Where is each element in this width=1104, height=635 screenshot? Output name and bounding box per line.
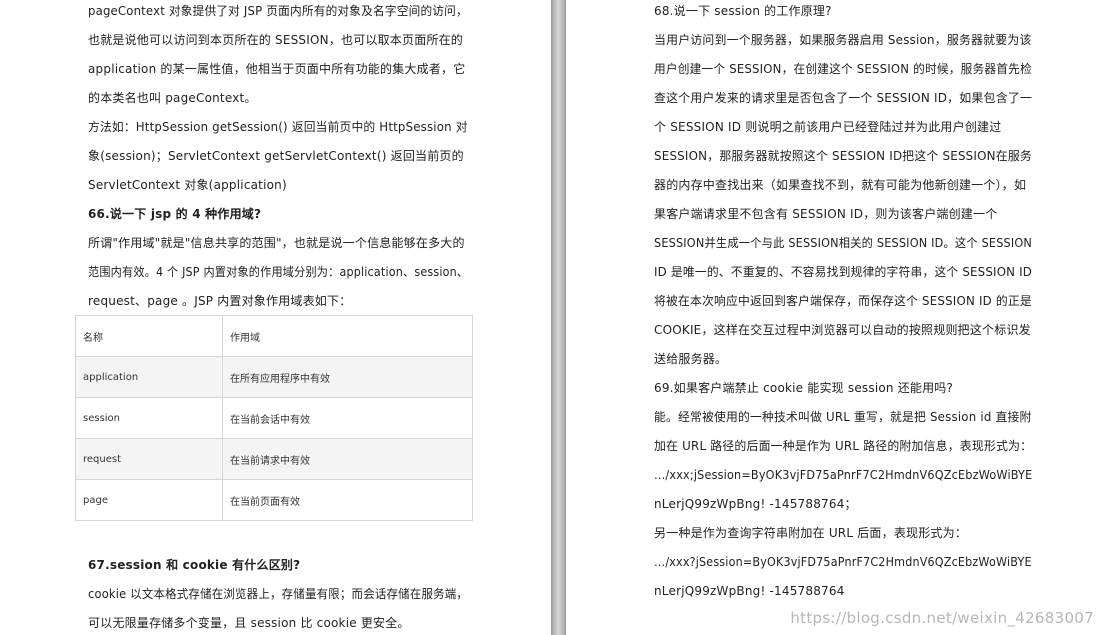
text-line: nLerjQ99zWpBng! -145788764 (654, 584, 845, 598)
table-cell: 在当前会话中有效 (222, 397, 473, 439)
text-line: 方法如：HttpSession getSession() 返回当前页中的 Htt… (88, 120, 468, 134)
text-line: 象(session)；ServletContext getServletCont… (88, 149, 464, 163)
text-line: 当用户访问到一个服务器，如果服务器启用 Session，服务器就要为该 (654, 33, 1032, 47)
table-row: session 在当前会话中有效 (75, 397, 473, 439)
text-line: 个 SESSION ID 则说明之前该用户已经登陆过并为此用户创建过 (654, 120, 1002, 134)
table-cell: request (75, 438, 223, 480)
text-line: SESSION并生成一个与此 SESSION相关的 SESSION ID。这个 … (654, 236, 1033, 250)
text-line: ID 是唯一的、不重复的、不容易找到规律的字符串，这个 SESSION ID (654, 265, 1033, 279)
text-line: 范围内有效。4 个 JSP 内置对象的作用域分别为：application、se… (88, 265, 469, 279)
text-line: 的本类名也叫 pageContext。 (88, 91, 257, 105)
table-header-cell: 名称 (75, 315, 223, 357)
right-page: 68.说一下 session 的工作原理? 当用户访问到一个服务器，如果服务器启… (566, 0, 1104, 635)
table-cell: session (75, 397, 223, 439)
text-line: nLerjQ99zWpBng! -145788764； (654, 497, 857, 511)
scope-table: 名称 作用域 application 在所有应用程序中有效 session 在当… (75, 315, 473, 521)
text-line: …/xxx?jSession=ByOK3vjFD75aPnrF7C2HmdnV6… (654, 555, 1032, 569)
table-row: application 在所有应用程序中有效 (75, 356, 473, 398)
table-cell: 在所有应用程序中有效 (222, 356, 473, 398)
text-line: 所谓"作用域"就是"信息共享的范围"，也就是说一个信息能够在多大的 (88, 236, 465, 250)
text-line: 将被在本次响应中返回到客户端保存，而保存这个 SESSION ID 的正是 (654, 294, 1032, 308)
page-gap-divider (551, 0, 566, 635)
text-line: application 的某一属性值，他相当于页面中所有功能的集大成者，它 (88, 62, 466, 76)
text-line: 可以无限量存储多个变量，且 session 比 cookie 更安全。 (88, 616, 410, 630)
text-line: 加在 URL 路径的后面一种是作为 URL 路径的附加信息，表现形式为： (654, 439, 1033, 453)
text-line: 另一种是作为查询字符串附加在 URL 后面，表现形式为： (654, 526, 968, 540)
text-line: cookie 以文本格式存储在浏览器上，存储量有限；而会话存储在服务端， (88, 587, 469, 601)
text-line: 果客户端请求里不包含有 SESSION ID，则为该客户端创建一个 (654, 207, 998, 221)
text-line: 用户创建一个 SESSION，在创建这个 SESSION 的时候，服务器首先检 (654, 62, 1032, 76)
text-line: ServletContext 对象(application) (88, 178, 287, 192)
heading-69: 69.如果客户端禁止 cookie 能实现 session 还能用吗? (654, 381, 954, 395)
table-row: page 在当前页面有效 (75, 479, 473, 521)
text-line: SESSION，那服务器就按照这个 SESSION ID把这个 SESSION在… (654, 149, 1032, 163)
text-line: 器的内存中查找出来（如果查找不到，就有可能为他新创建一个），如 (654, 178, 1027, 192)
text-line: 能。经常被使用的一种技术叫做 URL 重写，就是把 Session id 直接附 (654, 410, 1032, 424)
heading-66: 66.说一下 jsp 的 4 种作用域? (88, 207, 262, 221)
text-line: 查这个用户发来的请求里是否包含了一个 SESSION ID，如果包含了一 (654, 91, 1033, 105)
text-line: 也就是说他可以访问到本页所在的 SESSION，也可以取本页面所在的 (88, 33, 464, 47)
heading-67: 67.session 和 cookie 有什么区别? (88, 558, 301, 572)
text-line: pageContext 对象提供了对 JSP 页面内所有的对象及名字空间的访问， (88, 4, 468, 18)
table-row: request 在当前请求中有效 (75, 438, 473, 480)
text-line: request、page 。JSP 内置对象作用域表如下： (88, 294, 352, 308)
text-line: COOKIE，这样在交互过程中浏览器可以自动的按照规则把这个标识发 (654, 323, 1031, 337)
table-cell: application (75, 356, 223, 398)
table-cell: 在当前页面有效 (222, 479, 473, 521)
table-cell: page (75, 479, 223, 521)
table-cell: 在当前请求中有效 (222, 438, 473, 480)
watermark-url: https://blog.csdn.net/weixin_42683007 (790, 609, 1094, 627)
table-header-cell: 作用域 (222, 315, 473, 357)
text-line: 送给服务器。 (654, 352, 728, 366)
heading-68: 68.说一下 session 的工作原理? (654, 4, 832, 18)
left-page: pageContext 对象提供了对 JSP 页面内所有的对象及名字空间的访问，… (0, 0, 551, 635)
text-line: …/xxx;jSession=ByOK3vjFD75aPnrF7C2HmdnV6… (654, 468, 1033, 482)
table-header-row: 名称 作用域 (75, 315, 473, 357)
